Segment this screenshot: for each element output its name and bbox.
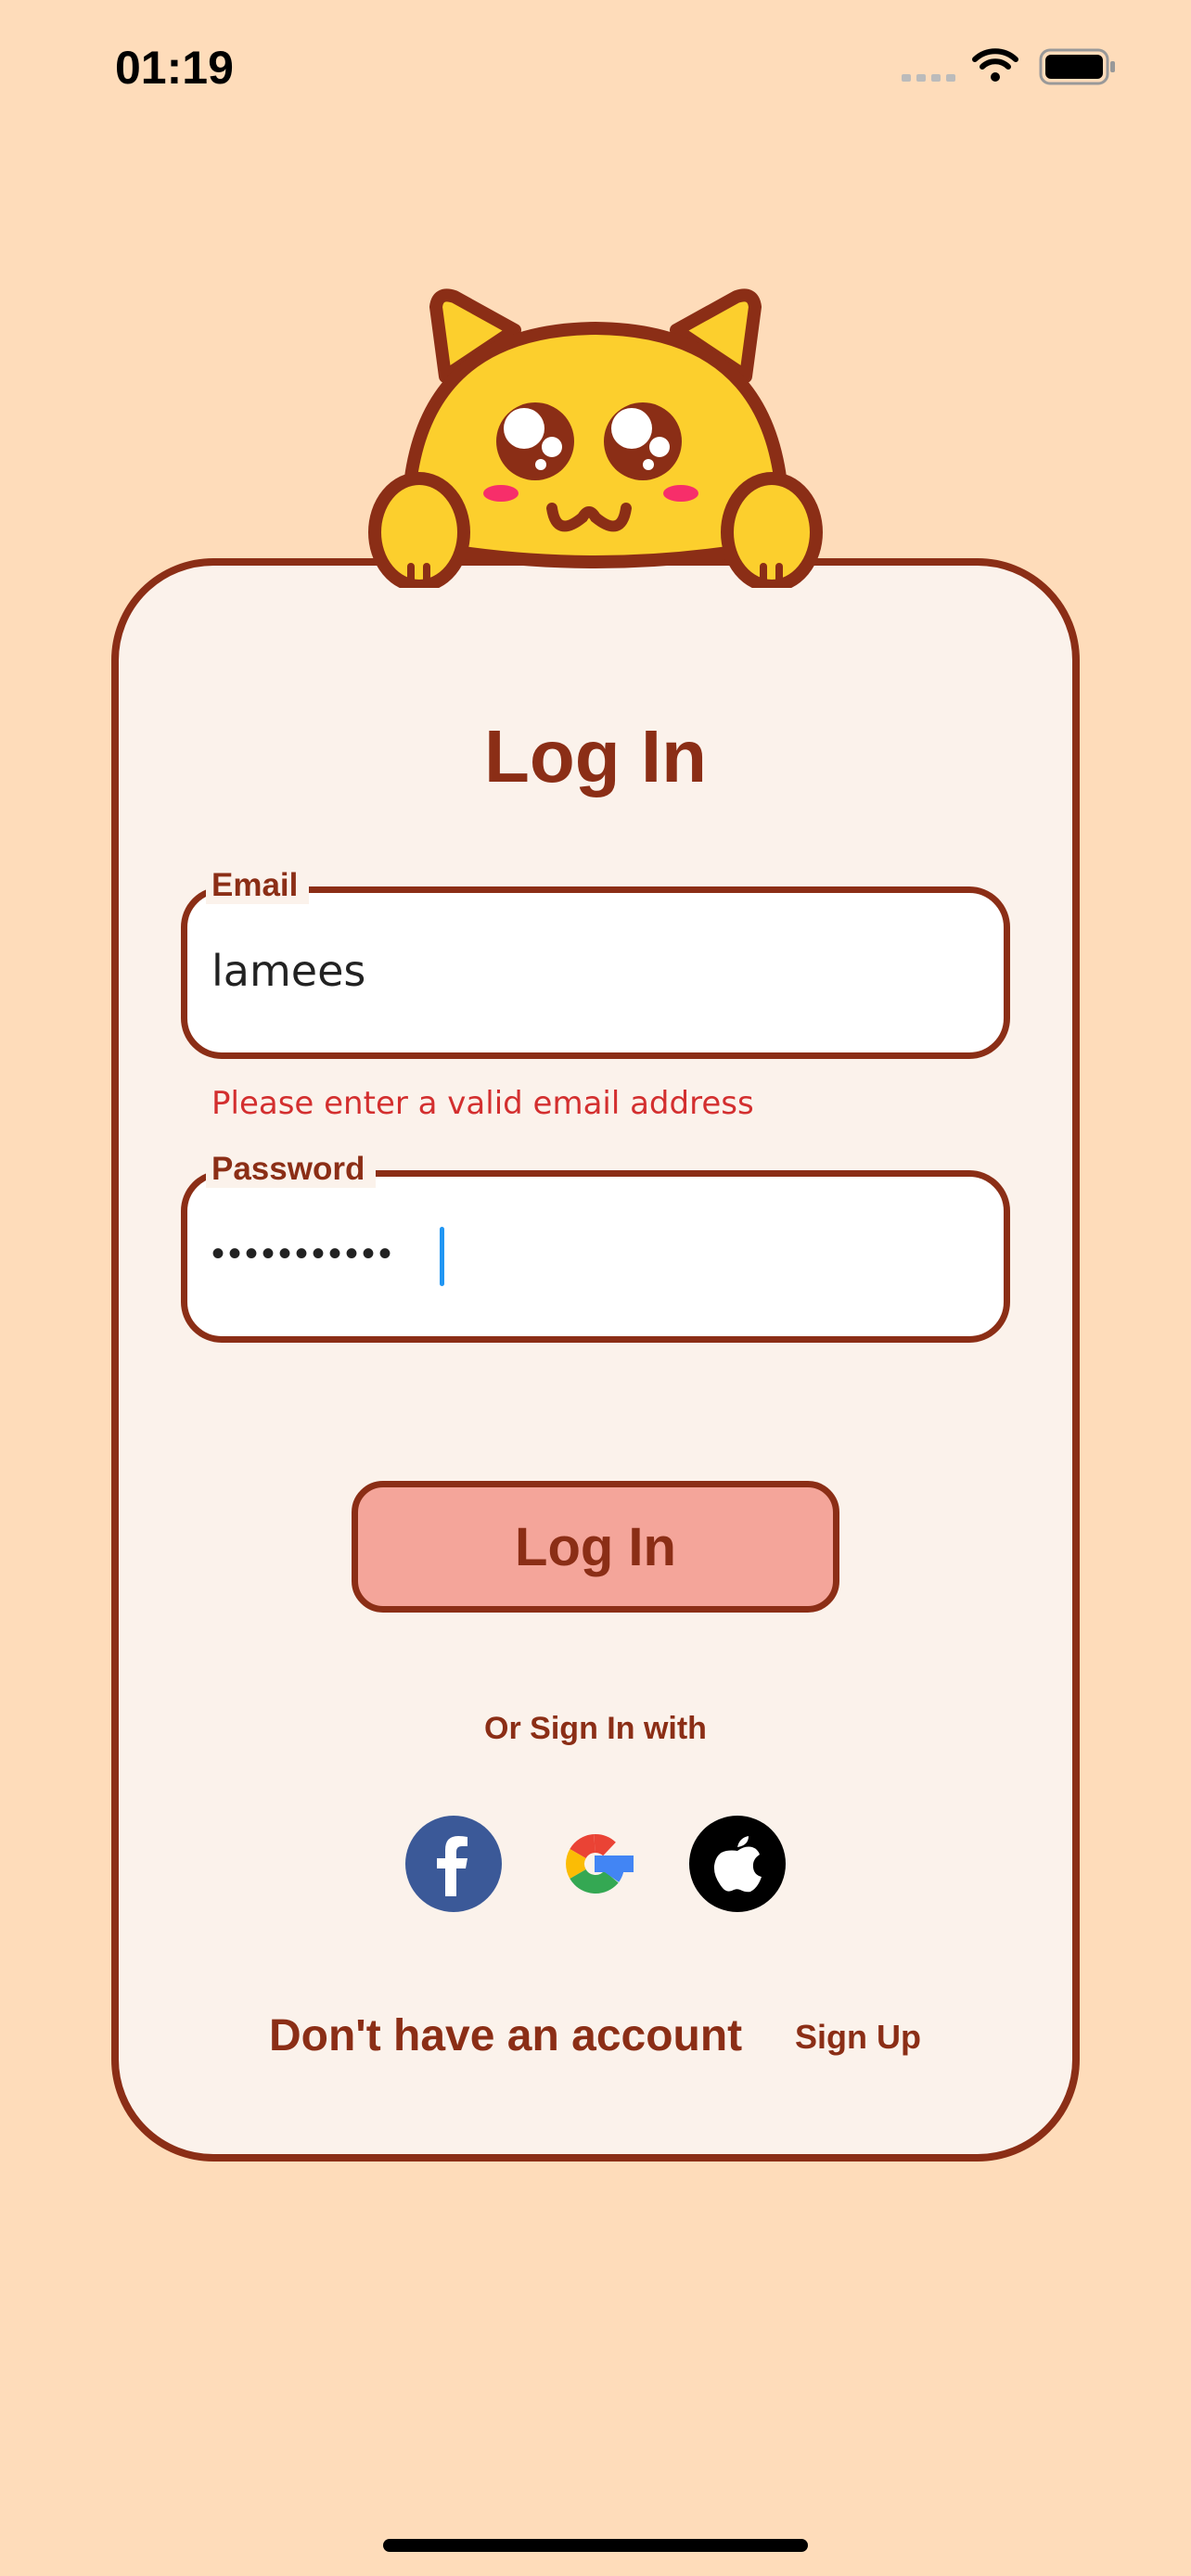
password-input-value[interactable]: ••••••••••• bbox=[211, 1233, 395, 1275]
apple-icon bbox=[713, 1836, 762, 1893]
no-account-text: Don't have an account bbox=[269, 2011, 743, 2060]
apple-signin-button[interactable] bbox=[689, 1816, 786, 1912]
battery-icon bbox=[1039, 48, 1115, 85]
facebook-signin-button[interactable] bbox=[405, 1816, 502, 1912]
password-label: Password bbox=[206, 1151, 377, 1188]
google-signin-button[interactable] bbox=[546, 1816, 643, 1912]
alt-signin-label: Or Sign In with bbox=[484, 1711, 707, 1746]
facebook-icon bbox=[437, 1836, 467, 1896]
signal-icon bbox=[902, 74, 955, 82]
text-cursor bbox=[440, 1227, 444, 1286]
email-error-text: Please enter a valid email address bbox=[211, 1085, 754, 1122]
login-button[interactable]: Log In bbox=[352, 1481, 839, 1613]
email-input-value[interactable]: lamees bbox=[211, 946, 365, 996]
wifi-icon bbox=[972, 48, 1018, 82]
signup-link[interactable]: Sign Up bbox=[795, 2018, 921, 2057]
google-icon bbox=[566, 1834, 634, 1894]
home-indicator[interactable] bbox=[383, 2539, 808, 2552]
page-title: Log In bbox=[484, 715, 707, 797]
status-time: 01:19 bbox=[115, 42, 234, 94]
cat-mascot-illustration bbox=[368, 288, 823, 588]
email-label: Email bbox=[206, 867, 310, 904]
